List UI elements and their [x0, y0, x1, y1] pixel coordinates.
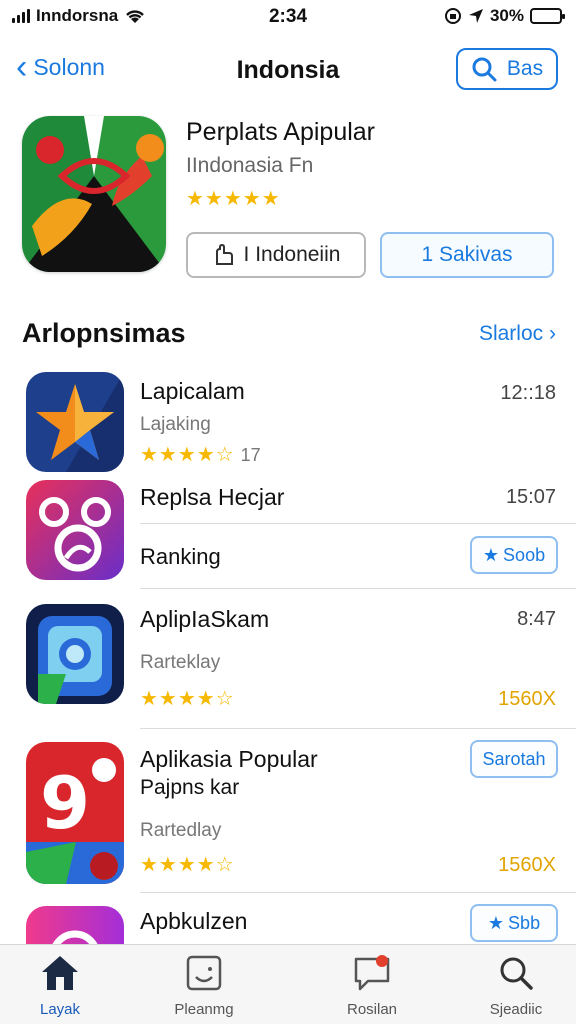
see-all-link[interactable]: Slarloc › — [479, 322, 556, 346]
status-bar: Inndorsna 2:34 30% — [0, 0, 576, 36]
app-action-button[interactable]: ★ Sbb — [470, 904, 558, 942]
tab-label: Layak — [39, 1001, 81, 1018]
rating-stars: ★★★★☆ — [140, 854, 235, 876]
list-item[interactable]: Lapicalam Lajaking ★★★★☆ 17 12::18 — [0, 370, 576, 476]
search-button[interactable]: Bas — [456, 48, 558, 90]
app-icon-camera[interactable] — [26, 604, 124, 704]
row-divider — [140, 588, 576, 589]
app-rating: ★★★★☆ 17 — [140, 442, 261, 467]
featured-app-subtitle: IIndonasia Fn — [186, 154, 314, 177]
gamepad-icon — [186, 955, 222, 991]
location-icon — [468, 9, 483, 23]
home-icon — [42, 956, 78, 990]
app-icon-circle[interactable] — [26, 480, 124, 580]
app-title: Lapicalam — [140, 378, 245, 404]
app-meta: 15:07 — [505, 486, 556, 508]
search-icon — [472, 57, 497, 82]
app-title: AplipIaSkam — [140, 606, 270, 632]
app-subtitle: Rartedlay — [140, 820, 222, 841]
app-icon-nine[interactable]: 9 — [26, 742, 124, 884]
app-title: Replsa Hecjar — [140, 484, 285, 510]
see-all-label: Slarloc — [478, 322, 544, 345]
tab-games[interactable]: Pleanmg — [144, 953, 264, 1018]
tab-label: Pleanmg — [174, 1001, 234, 1018]
battery-icon — [530, 8, 565, 24]
app-action-button[interactable]: Sarotah — [470, 740, 558, 778]
star-icon: ★ — [482, 544, 500, 565]
battery-percent: 30% — [489, 6, 524, 25]
tab-search[interactable]: Sjeadiic — [456, 953, 576, 1018]
featured-app: Perplats Apipular IIndonasia Fn ★★★★★ I … — [0, 112, 576, 292]
app-action-label: Sbb — [508, 912, 541, 933]
featured-app-icon[interactable] — [22, 116, 166, 272]
featured-secondary-label: 1 Sakivas — [421, 243, 513, 266]
search-icon — [500, 957, 533, 990]
featured-primary-button[interactable]: I Indoneiin — [186, 232, 366, 278]
app-subtitle: Rarteklay — [140, 652, 221, 673]
list-item[interactable]: Replsa Hecjar Ranking 15:07 ★ Soob — [0, 478, 576, 588]
app-icon-star[interactable] — [26, 372, 124, 472]
app-action-button[interactable]: ★ Soob — [470, 536, 558, 574]
app-meta-secondary: 1560X — [498, 688, 556, 710]
rating-stars: ★★★★☆ — [140, 688, 235, 710]
hand-icon — [215, 244, 233, 265]
featured-rating-stars: ★★★★★ — [186, 188, 281, 210]
app-action-label: Sarotah — [482, 748, 546, 769]
app-title-line2: Pajpns kar — [140, 776, 240, 799]
featured-primary-label: I Indoneiin — [243, 243, 341, 266]
app-meta: 12::18 — [500, 382, 556, 404]
featured-secondary-button[interactable]: 1 Sakivas — [380, 232, 554, 278]
status-right: 30% — [444, 6, 565, 26]
list-item[interactable]: Apbkulzen ★ Sbb — [0, 902, 576, 944]
star-icon: ★ — [487, 912, 505, 933]
app-meta: 8:47 — [517, 608, 556, 630]
tab-label: Sjeadiic — [489, 1001, 543, 1018]
row-divider — [140, 892, 576, 893]
nav-bar: ‹ Solonn Indonsia Bas — [0, 40, 576, 100]
app-action-label: Soob — [503, 544, 546, 565]
app-title: Aplikasia Popular — [140, 746, 318, 772]
row-divider — [140, 728, 576, 729]
list-item[interactable]: AplipIaSkam Rarteklay ★★★★☆ 8:47 1560X — [0, 600, 576, 728]
rating-count: 17 — [240, 445, 261, 465]
rating-stars: ★★★★☆ — [140, 444, 235, 466]
row-divider — [140, 523, 576, 524]
chat-icon — [354, 955, 390, 991]
app-subtitle: Lajaking — [140, 414, 211, 435]
tab-label: Rosilan — [346, 1001, 398, 1018]
section-title: Arlopnsimas — [22, 318, 186, 348]
search-button-label: Bas — [506, 57, 544, 80]
app-title: Apbkulzen — [140, 908, 248, 934]
tab-bar: Layak Pleanmg Rosilan Sjeadiic — [0, 944, 576, 1024]
list-item[interactable]: 9 Aplikasia Popular Pajpns kar Rartedlay… — [0, 740, 576, 890]
tab-chat[interactable]: Rosilan — [312, 953, 432, 1018]
section-header: Arlopnsimas Slarloc › — [0, 312, 576, 356]
chevron-right-icon: › — [549, 322, 556, 345]
tab-home[interactable]: Layak — [0, 953, 120, 1018]
app-icon-pink[interactable] — [26, 906, 124, 944]
featured-app-name: Perplats Apipular — [186, 118, 376, 146]
svg-text:9: 9 — [40, 761, 90, 845]
app-meta-secondary: 1560X — [498, 854, 556, 876]
lock-rotation-icon — [444, 8, 461, 24]
app-subtitle: Ranking — [140, 544, 221, 569]
